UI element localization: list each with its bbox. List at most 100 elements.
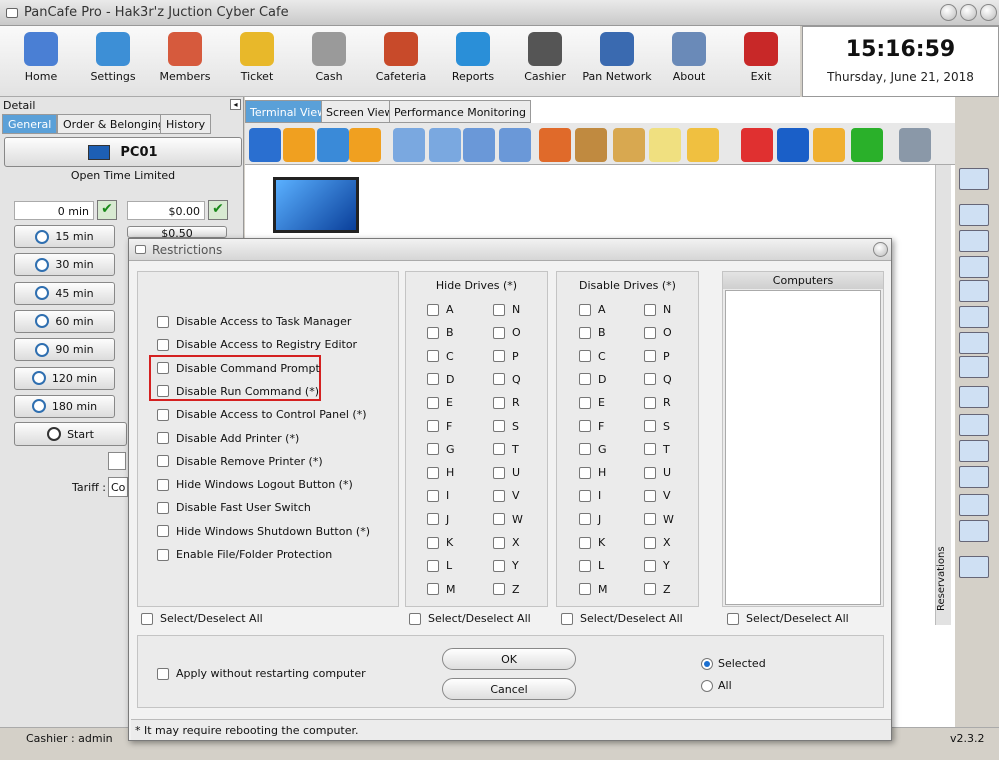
toolbar-cashier-button[interactable]: Cashier	[510, 32, 580, 83]
disable-drive-y[interactable]: Y	[644, 559, 670, 572]
restriction-checkbox-2[interactable]: Disable Command Prompt	[157, 362, 320, 375]
tab-history[interactable]: History	[160, 114, 212, 134]
side-tool-icon-2[interactable]	[959, 230, 989, 252]
hide-drive-q[interactable]: Q	[493, 373, 521, 386]
disable-drive-p[interactable]: P	[644, 350, 670, 363]
disable-drive-b[interactable]: B	[579, 326, 606, 339]
terminal-tool-icon-1[interactable]	[283, 128, 315, 162]
restriction-checkbox-9[interactable]: Hide Windows Shutdown Button (*)	[157, 525, 370, 538]
radio-selected[interactable]: Selected	[701, 657, 766, 670]
radio-all[interactable]: All	[701, 679, 732, 692]
disable-drive-u[interactable]: U	[644, 466, 671, 479]
hide-drive-o[interactable]: O	[493, 326, 521, 339]
side-tool-icon-9[interactable]	[959, 414, 989, 436]
dialog-close-button[interactable]	[873, 242, 888, 257]
side-tool-icon-10[interactable]	[959, 440, 989, 462]
terminal-tool-icon-0[interactable]	[249, 128, 281, 162]
select-deselect-all-3[interactable]: Select/Deselect All	[727, 612, 849, 625]
hide-drive-k[interactable]: K	[427, 536, 453, 549]
disable-drive-i[interactable]: I	[579, 489, 601, 502]
terminal-tool-icon-2[interactable]	[317, 128, 349, 162]
tab-screen-view[interactable]: Screen View	[321, 100, 399, 123]
tab-general[interactable]: General	[2, 114, 58, 134]
computers-list[interactable]	[725, 290, 881, 605]
preset-60-min-button[interactable]: 60 min	[14, 309, 115, 333]
hide-drive-c[interactable]: C	[427, 350, 454, 363]
terminal-tool-icon-4[interactable]	[393, 128, 425, 162]
disable-drive-t[interactable]: T	[644, 443, 670, 456]
terminal-tool-icon-11[interactable]	[649, 128, 681, 162]
restriction-checkbox-7[interactable]: Hide Windows Logout Button (*)	[157, 478, 353, 491]
toolbar-reports-button[interactable]: Reports	[438, 32, 508, 83]
disable-drive-e[interactable]: E	[579, 396, 605, 409]
select-deselect-all-2[interactable]: Select/Deselect All	[561, 612, 683, 625]
toolbar-pan-network-button[interactable]: Pan Network	[582, 32, 652, 83]
tab-terminal-view[interactable]: Terminal View	[245, 100, 332, 123]
terminal-tool-icon-17[interactable]	[899, 128, 931, 162]
side-tool-icon-7[interactable]	[959, 356, 989, 378]
preset-90-min-button[interactable]: 90 min	[14, 338, 115, 362]
terminal-tool-icon-14[interactable]	[777, 128, 809, 162]
toolbar-home-button[interactable]: Home	[6, 32, 76, 83]
confirm-minutes-icon[interactable]: ✔	[97, 200, 117, 220]
hide-drive-n[interactable]: N	[493, 303, 520, 316]
disable-drive-q[interactable]: Q	[644, 373, 672, 386]
toolbar-settings-button[interactable]: Settings	[78, 32, 148, 83]
restriction-checkbox-4[interactable]: Disable Access to Control Panel (*)	[157, 408, 367, 421]
restriction-checkbox-1[interactable]: Disable Access to Registry Editor	[157, 338, 357, 351]
reservations-tab[interactable]: Reservations	[936, 537, 950, 611]
cancel-button[interactable]: Cancel	[442, 678, 576, 700]
hide-drive-s[interactable]: S	[493, 420, 519, 433]
restriction-checkbox-0[interactable]: Disable Access to Task Manager	[157, 315, 351, 328]
hide-drive-v[interactable]: V	[493, 489, 520, 502]
restriction-checkbox-3[interactable]: Disable Run Command (*)	[157, 385, 319, 398]
terminal-tool-icon-16[interactable]	[851, 128, 883, 162]
terminal-tool-icon-5[interactable]	[429, 128, 461, 162]
hide-drive-m[interactable]: M	[427, 583, 456, 596]
preset-180-min-button[interactable]: 180 min	[14, 394, 115, 418]
hide-drive-i[interactable]: I	[427, 489, 449, 502]
disable-drive-g[interactable]: G	[579, 443, 607, 456]
hide-drive-g[interactable]: G	[427, 443, 455, 456]
ok-button[interactable]: OK	[442, 648, 576, 670]
disable-drive-f[interactable]: F	[579, 420, 604, 433]
side-tool-icon-4[interactable]	[959, 280, 989, 302]
minutes-input[interactable]: 0 min	[14, 201, 94, 220]
side-tool-icon-0[interactable]	[959, 168, 989, 190]
terminal-tool-icon-7[interactable]	[499, 128, 531, 162]
terminal-tool-icon-6[interactable]	[463, 128, 495, 162]
terminal-tool-icon-9[interactable]	[575, 128, 607, 162]
hide-drive-x[interactable]: X	[493, 536, 520, 549]
disable-drive-h[interactable]: H	[579, 466, 606, 479]
side-tool-icon-11[interactable]	[959, 466, 989, 488]
disable-drive-s[interactable]: S	[644, 420, 670, 433]
minimize-button[interactable]	[940, 4, 957, 21]
disable-drive-o[interactable]: O	[644, 326, 672, 339]
preset-15-min-button[interactable]: 15 min	[14, 225, 115, 248]
terminal-tool-icon-10[interactable]	[613, 128, 645, 162]
disable-drive-z[interactable]: Z	[644, 583, 671, 596]
side-tool-icon-1[interactable]	[959, 204, 989, 226]
disable-drive-c[interactable]: C	[579, 350, 606, 363]
close-button[interactable]	[980, 4, 997, 21]
restriction-checkbox-5[interactable]: Disable Add Printer (*)	[157, 432, 299, 445]
toolbar-cash-button[interactable]: Cash	[294, 32, 364, 83]
hide-drive-d[interactable]: D	[427, 373, 454, 386]
hide-drive-t[interactable]: T	[493, 443, 519, 456]
tab-performance-monitoring[interactable]: Performance Monitoring	[389, 100, 532, 123]
tab-order-belonging[interactable]: Order & Belonging	[57, 114, 171, 134]
preset-120-min-button[interactable]: 120 min	[14, 366, 115, 390]
hide-drive-e[interactable]: E	[427, 396, 453, 409]
hide-drive-l[interactable]: L	[427, 559, 452, 572]
toolbar-ticket-button[interactable]: Ticket	[222, 32, 292, 83]
side-tool-icon-6[interactable]	[959, 332, 989, 354]
hide-drive-a[interactable]: A	[427, 303, 454, 316]
disable-drive-a[interactable]: A	[579, 303, 606, 316]
preset-45-min-button[interactable]: 45 min	[14, 281, 115, 305]
restriction-checkbox-10[interactable]: Enable File/Folder Protection	[157, 548, 332, 561]
terminal-tool-icon-15[interactable]	[813, 128, 845, 162]
side-tool-icon-5[interactable]	[959, 306, 989, 328]
select-deselect-all-1[interactable]: Select/Deselect All	[409, 612, 531, 625]
side-tool-icon-3[interactable]	[959, 256, 989, 278]
toolbar-exit-button[interactable]: Exit	[726, 32, 796, 83]
